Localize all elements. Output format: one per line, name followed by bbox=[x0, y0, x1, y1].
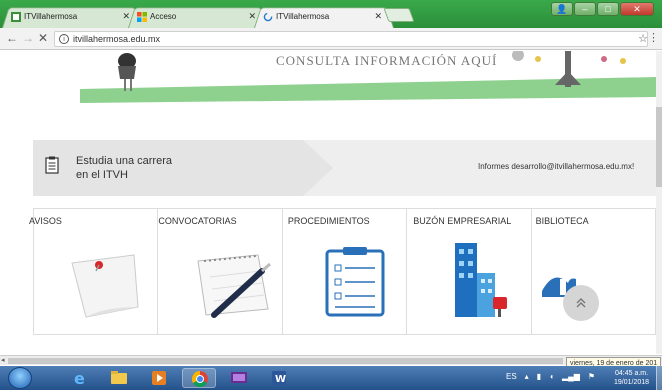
windows-taskbar: e W ES ▴ ▮ ◖ ▂▄▆ ⚑ 04:45 a.m. 19/01/2018 bbox=[0, 366, 662, 390]
media-player-icon bbox=[152, 371, 166, 385]
action-center-flag-icon[interactable]: ⚑ bbox=[588, 372, 595, 381]
vertical-scrollbar[interactable] bbox=[656, 51, 662, 354]
card-label: BIBLIOTECA bbox=[535, 216, 589, 226]
card-convocatorias[interactable]: CONVOCATORIAS bbox=[158, 209, 283, 334]
system-tray: ES ▴ ▮ ◖ ▂▄▆ ⚑ bbox=[506, 372, 595, 381]
scrollbar-thumb[interactable] bbox=[8, 358, 563, 364]
tab-itvillahermosa-active[interactable]: ITVillahermosa ✕ bbox=[254, 5, 394, 29]
card-avisos[interactable]: AVISOS bbox=[29, 209, 159, 334]
network-icon[interactable]: ▮ bbox=[537, 372, 541, 381]
info-banner: Estudia una carrera en el ITVH Informes … bbox=[33, 140, 656, 196]
bookmark-star-icon[interactable]: ☆ bbox=[638, 32, 648, 45]
more-menu-icon[interactable]: ⋮ bbox=[648, 31, 659, 44]
clock-date: 19/01/2018 bbox=[614, 379, 650, 386]
address-bar[interactable]: i itvillahermosa.edu.mx bbox=[54, 31, 648, 47]
loading-spinner-icon bbox=[263, 12, 273, 22]
maximize-button[interactable]: □ bbox=[597, 2, 619, 16]
taskbar-clock[interactable]: 04:45 a.m. 19/01/2018 bbox=[614, 369, 649, 387]
folder-icon bbox=[111, 371, 127, 384]
double-chevron-up-icon bbox=[576, 298, 586, 308]
word-document-icon: W bbox=[272, 371, 286, 385]
close-tab-icon[interactable]: ✕ bbox=[374, 11, 382, 22]
minimize-button[interactable]: – bbox=[574, 2, 596, 16]
taskbar-ie[interactable]: e bbox=[62, 368, 96, 388]
study-cta-line2[interactable]: en el ITVH bbox=[76, 169, 128, 181]
taskbar-explorer[interactable] bbox=[102, 368, 136, 388]
volume-icon[interactable]: ◖ bbox=[549, 372, 554, 381]
info-icon[interactable]: i bbox=[59, 34, 69, 44]
clock-time: 04:45 a.m. bbox=[614, 370, 649, 377]
scroll-left-arrow-icon[interactable]: ◂ bbox=[1, 356, 5, 364]
tab-title: ITVillahermosa bbox=[24, 12, 78, 21]
scroll-to-top-button[interactable] bbox=[563, 285, 599, 321]
monitor-app-icon bbox=[231, 372, 247, 383]
show-desktop-button[interactable] bbox=[656, 366, 662, 390]
language-indicator[interactable]: ES bbox=[506, 372, 517, 381]
card-label: BUZÓN EMPRESARIAL bbox=[413, 216, 512, 226]
back-arrow-icon[interactable]: ← bbox=[6, 31, 18, 45]
forward-arrow-icon[interactable]: → bbox=[22, 31, 34, 45]
clipboard-checklist-icon bbox=[325, 247, 385, 317]
tab-strip: ITVillahermosa ✕ Acceso ✕ ITVillahermosa… bbox=[0, 0, 662, 29]
screen: ITVillahermosa ✕ Acceso ✕ ITVillahermosa… bbox=[0, 0, 662, 390]
toolbar: ← → ✕ i itvillahermosa.edu.mx ☆ ⋮ bbox=[0, 28, 662, 50]
hero-heading: CONSULTA INFORMACIÓN AQUÍ bbox=[276, 53, 498, 68]
chrome-icon bbox=[191, 370, 208, 388]
card-procedimientos[interactable]: PROCEDIMIENTOS bbox=[283, 209, 408, 334]
tray-arrow-icon[interactable]: ▴ bbox=[525, 372, 529, 381]
horizontal-scrollbar[interactable]: ◂ bbox=[0, 355, 662, 365]
tree-icon bbox=[555, 51, 581, 87]
tab-title: ITVillahermosa bbox=[276, 12, 330, 21]
card-label: CONVOCATORIAS bbox=[158, 216, 237, 226]
close-tab-icon[interactable]: ✕ bbox=[122, 11, 130, 22]
svg-text:e: e bbox=[74, 369, 85, 388]
user-profile-button[interactable]: 👤 bbox=[551, 2, 573, 16]
person-figure-icon bbox=[118, 53, 136, 91]
clipboard-icon bbox=[45, 156, 59, 174]
close-tab-icon[interactable]: ✕ bbox=[248, 11, 256, 22]
close-window-button[interactable]: ✕ bbox=[620, 2, 654, 16]
hero-banner[interactable]: CONSULTA INFORMACIÓN AQUÍ bbox=[0, 51, 656, 111]
taskbar-app[interactable] bbox=[222, 368, 256, 388]
internet-explorer-icon: e bbox=[74, 369, 85, 388]
card-buzon-empresarial[interactable]: BUZÓN EMPRESARIAL bbox=[407, 209, 532, 334]
scrollbar-thumb[interactable] bbox=[656, 107, 662, 187]
taskbar-word[interactable]: W bbox=[262, 368, 296, 388]
taskbar-media[interactable] bbox=[142, 368, 176, 388]
tab-acceso[interactable]: Acceso ✕ bbox=[128, 5, 268, 29]
office-buildings-icon bbox=[455, 243, 508, 317]
taskbar-chrome[interactable] bbox=[182, 368, 216, 388]
notebook-pen-icon bbox=[197, 254, 272, 318]
svg-text:W: W bbox=[275, 374, 286, 385]
tab-title: Acceso bbox=[150, 12, 177, 21]
card-label: AVISOS bbox=[29, 216, 62, 226]
new-tab-button[interactable] bbox=[383, 8, 415, 22]
stop-loading-icon[interactable]: ✕ bbox=[38, 31, 48, 45]
site-favicon-icon bbox=[11, 12, 21, 22]
signal-icon[interactable]: ▂▄▆ bbox=[562, 372, 580, 381]
url-text: itvillahermosa.edu.mx bbox=[73, 34, 161, 44]
start-button[interactable] bbox=[8, 367, 32, 389]
web-page: CONSULTA INFORMACIÓN AQUÍ Estudia una ca… bbox=[0, 51, 656, 354]
contact-info[interactable]: Informes desarrollo@itvillahermosa.edu.m… bbox=[478, 162, 634, 171]
study-cta-line1[interactable]: Estudia una carrera bbox=[76, 155, 172, 167]
window-controls: 👤 – □ ✕ bbox=[551, 2, 654, 16]
quick-links: AVISOS CONVOCATORIAS PROCEDIMIENTOS BUZÓ… bbox=[29, 208, 656, 335]
card-label: PROCEDIMIENTOS bbox=[287, 216, 370, 226]
windows-flag-icon bbox=[137, 12, 147, 22]
tab-itvillahermosa-1[interactable]: ITVillahermosa ✕ bbox=[2, 5, 142, 29]
sticky-note-icon bbox=[71, 254, 139, 318]
